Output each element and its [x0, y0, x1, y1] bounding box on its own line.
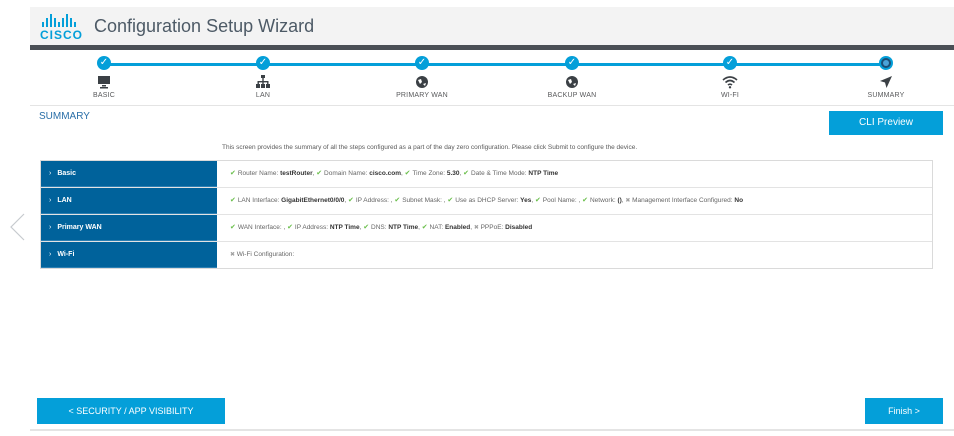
detail-key: IP Address: — [355, 197, 391, 204]
intro-text: This screen provides the summary of all … — [222, 144, 638, 151]
row-header-wi-fi[interactable]: › Wi-Fi — [41, 242, 217, 268]
step-label: BASIC — [92, 92, 115, 99]
row-label: Wi-Fi — [57, 251, 75, 258]
check-icon: ✔ — [287, 224, 295, 231]
globe-icon — [512, 75, 632, 89]
wifi-icon — [670, 75, 790, 89]
detail-key: LAN Interface: — [237, 197, 282, 204]
monitor-icon — [44, 75, 164, 89]
wizard-steps: ✓ BASIC ✓ LAN ✓ PRIMARY WAN ✓ BACKUP WAN… — [30, 50, 954, 105]
footer-divider — [30, 429, 954, 431]
summary-table: › Basic ✔ Router Name: testRouter, ✔ Domai… — [40, 160, 933, 269]
detail-key: IP Address: — [294, 224, 330, 231]
detail-key: Date & Time Mode: — [470, 170, 529, 177]
detail-key: Network: — [589, 197, 618, 204]
progress-track — [105, 63, 885, 66]
detail-key: PPPoE: — [480, 224, 506, 231]
row-label: LAN — [57, 197, 72, 204]
step-label: WI-FI — [720, 92, 740, 99]
step-label: LAN — [255, 92, 271, 99]
navigation-arrow-icon — [826, 75, 946, 89]
chevron-left-icon[interactable] — [6, 212, 28, 242]
check-icon: ✓ — [723, 56, 737, 70]
header: CISCO Configuration Setup Wizard — [30, 7, 954, 45]
steps-divider — [30, 105, 954, 106]
check-icon: ✔ — [230, 224, 238, 231]
check-icon: ✔ — [421, 224, 430, 231]
check-icon: ✔ — [582, 197, 590, 204]
check-icon: ✔ — [463, 170, 471, 177]
section-title: SUMMARY — [39, 111, 90, 122]
logo-text: CISCO — [40, 28, 84, 42]
detail-key: NAT: — [429, 224, 445, 231]
detail-value: NTP Time — [329, 224, 360, 231]
cross-icon: ✖ — [230, 252, 237, 258]
check-icon: ✓ — [97, 56, 111, 70]
detail-key: Domain Name: — [324, 170, 370, 177]
row-label: Basic — [57, 170, 77, 177]
table-row: › LAN ✔ LAN Interface: GigabitEthernet0/0/… — [41, 188, 932, 215]
row-header-basic[interactable]: › Basic — [41, 161, 217, 187]
detail-value: Disabled — [505, 224, 533, 231]
detail-value: Yes — [520, 197, 532, 204]
check-icon: ✓ — [565, 56, 579, 70]
check-icon: ✔ — [363, 224, 372, 231]
detail-value: testRouter — [280, 170, 313, 177]
detail-key: Time Zone: — [412, 170, 447, 177]
previous-button[interactable]: < SECURITY / APP VISIBILITY — [37, 398, 225, 424]
detail-key: Router Name: — [237, 170, 281, 177]
step-label: PRIMARY WAN — [396, 92, 448, 99]
detail-value: Enabled — [444, 224, 471, 231]
step-label: BACKUP WAN — [547, 92, 597, 99]
table-row: › Wi-Fi ✖ Wi-Fi Configuration: — [41, 242, 932, 268]
globe-icon — [362, 75, 482, 89]
row-details: ✔ WAN Interface: , ✔ IP Address: NTP Tim… — [217, 215, 932, 241]
detail-key: Pool Name: — [542, 197, 579, 204]
step-label: SUMMARY — [867, 92, 905, 99]
chevron-right-icon: › — [49, 224, 52, 231]
cross-icon: ✖ — [473, 225, 481, 231]
check-icon: ✓ — [256, 56, 270, 70]
detail-value: cisco.com — [369, 170, 401, 177]
row-details: ✔ Router Name: testRouter, ✔ Domain Name… — [217, 161, 932, 187]
row-label: Primary WAN — [57, 224, 102, 231]
page-title: Configuration Setup Wizard — [94, 16, 315, 36]
table-row: › Basic ✔ Router Name: testRouter, ✔ Domai… — [41, 161, 932, 188]
check-icon: ✔ — [316, 170, 325, 177]
finish-button[interactable]: Finish > — [865, 398, 943, 424]
chevron-right-icon: › — [49, 251, 52, 258]
chevron-right-icon: › — [49, 197, 52, 204]
check-icon: ✔ — [230, 170, 238, 177]
current-step-icon — [879, 56, 893, 70]
network-icon — [203, 75, 323, 89]
detail-key: WAN Interface: — [237, 224, 284, 231]
detail-key: Subnet Mask: — [402, 197, 444, 204]
check-icon: ✔ — [348, 197, 356, 204]
row-details: ✔ LAN Interface: GigabitEthernet0/0/0, ✔… — [217, 188, 932, 214]
row-header-lan[interactable]: › LAN — [41, 188, 217, 214]
detail-value: 5.30 — [446, 170, 460, 177]
row-header-primary-wan[interactable]: › Primary WAN — [41, 215, 217, 241]
detail-value: No — [734, 197, 744, 204]
detail-value: NTP Time — [528, 170, 559, 177]
chevron-right-icon: › — [49, 170, 52, 177]
check-icon: ✔ — [534, 197, 543, 204]
row-details: ✖ Wi-Fi Configuration: — [217, 242, 932, 268]
detail-value: GigabitEthernet0/0/0 — [281, 197, 345, 204]
wizard-page: CISCO Configuration Setup Wizard ✓ BASIC… — [0, 0, 954, 436]
cli-preview-button[interactable]: CLI Preview — [829, 111, 943, 135]
check-icon: ✓ — [415, 56, 429, 70]
detail-key: Use as DHCP Server: — [455, 197, 521, 204]
check-icon: ✔ — [230, 197, 238, 204]
detail-value: NTP Time — [388, 224, 419, 231]
detail-key: DNS: — [371, 224, 389, 231]
cisco-logo: CISCO — [40, 13, 84, 42]
table-row: › Primary WAN ✔ WAN Interface: , ✔ IP Addr… — [41, 215, 932, 242]
detail-key: Wi-Fi Configuration: — [236, 251, 295, 258]
detail-key: Management Interface Configured: — [632, 197, 735, 204]
